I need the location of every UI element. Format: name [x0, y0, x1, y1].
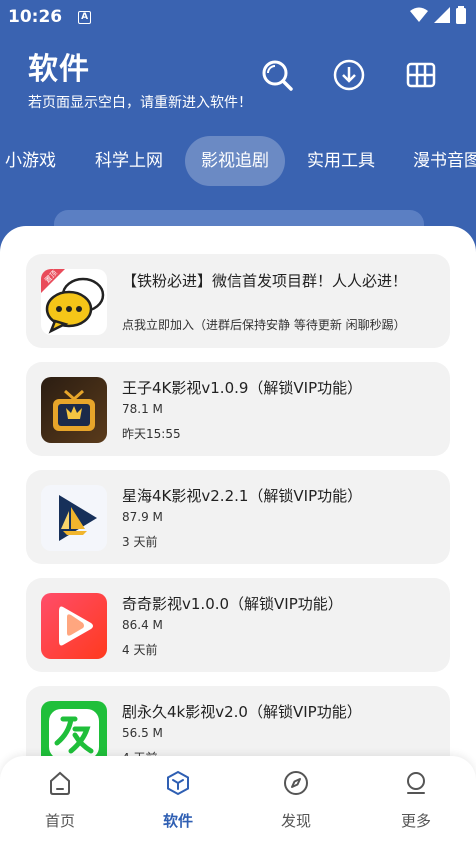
page-title: 软件 [28, 52, 90, 87]
category-tabs: 小游戏 科学上网 影视追剧 实用工具 漫书音图 [0, 136, 476, 186]
app-size: 78.1 M [122, 402, 163, 416]
app-size: 87.9 M [122, 510, 163, 524]
home-icon [50, 771, 70, 795]
search-icon [262, 60, 293, 91]
pinned-card[interactable]: 置顶 【铁粉必进】微信首发项目群！人人必进！ 点我立即加入（进群后保持安静 等待… [26, 254, 450, 348]
app-time: 3 天前 [122, 535, 158, 549]
app-time: 昨天15:55 [122, 427, 181, 441]
download-button[interactable] [332, 58, 366, 92]
nav-label: 软件 [162, 812, 193, 830]
search-button[interactable] [260, 58, 294, 92]
app-time: 4 天前 [122, 643, 158, 657]
sailboat-icon [41, 485, 107, 551]
tab-science-net[interactable]: 科学上网 [95, 136, 163, 186]
app-size: 56.5 M [122, 726, 163, 740]
tab-tools[interactable]: 实用工具 [307, 136, 375, 186]
app-card[interactable]: 王子4K影视v1.0.9（解锁VIP功能） 78.1 M 昨天15:55 [26, 362, 450, 456]
app-title: 剧永久4k影视v2.0（解锁VIP功能） [122, 703, 362, 721]
nav-label: 发现 [280, 812, 311, 830]
nav-apps[interactable]: 软件 [138, 770, 218, 831]
status-time: 10:26 [8, 7, 63, 27]
tab-video[interactable]: 影视追剧 [185, 136, 285, 186]
app-card[interactable]: 奇奇影视v1.0.0（解锁VIP功能） 86.4 M 4 天前 [26, 578, 450, 672]
app-card[interactable]: 星海4K影视v2.2.1（解锁VIP功能） 87.9 M 3 天前 [26, 470, 450, 564]
grid-button[interactable] [404, 58, 438, 92]
bottom-nav: 首页 软件 发现 更多 [0, 756, 476, 846]
nav-label: 更多 [400, 812, 431, 830]
apps-icon [167, 770, 189, 796]
app-title: 奇奇影视v1.0.0（解锁VIP功能） [122, 595, 343, 613]
profile-icon [407, 772, 425, 794]
app-title: 王子4K影视v1.0.9（解锁VIP功能） [122, 379, 363, 397]
notification-a-icon: A [78, 10, 92, 24]
play-icon [41, 593, 107, 659]
battery-icon [456, 6, 466, 24]
chat-bubbles-icon: 置顶 [41, 269, 107, 335]
signal-icon [434, 7, 450, 23]
app-title: 星海4K影视v2.2.1（解锁VIP功能） [122, 487, 363, 505]
wifi-icon [410, 7, 428, 22]
content-panel: 置顶 【铁粉必进】微信首发项目群！人人必进！ 点我立即加入（进群后保持安静 等待… [0, 226, 476, 846]
tv-icon [41, 377, 107, 443]
grid-icon [406, 62, 436, 88]
header: 软件 若页面显示空白，请重新进入软件！ [28, 44, 252, 112]
tab-mini-games[interactable]: 小游戏 [5, 136, 56, 186]
nav-home[interactable]: 首页 [20, 770, 100, 831]
page-subtitle: 若页面显示空白，请重新进入软件！ [28, 95, 252, 111]
status-bar: 10:26 A [0, 0, 476, 34]
status-icons [410, 6, 466, 24]
nav-discover[interactable]: 发现 [256, 770, 336, 831]
nav-more[interactable]: 更多 [376, 770, 456, 831]
app-size: 86.4 M [122, 618, 163, 632]
compass-icon [284, 771, 308, 795]
nav-label: 首页 [44, 812, 75, 830]
pinned-desc: 点我立即加入（进群后保持安静 等待更新 闲聊秒踢） [122, 318, 406, 332]
download-icon [333, 59, 365, 91]
pinned-title: 【铁粉必进】微信首发项目群！人人必进！ [122, 272, 408, 290]
header-actions [260, 58, 438, 92]
tab-comics[interactable]: 漫书音图 [413, 136, 476, 186]
